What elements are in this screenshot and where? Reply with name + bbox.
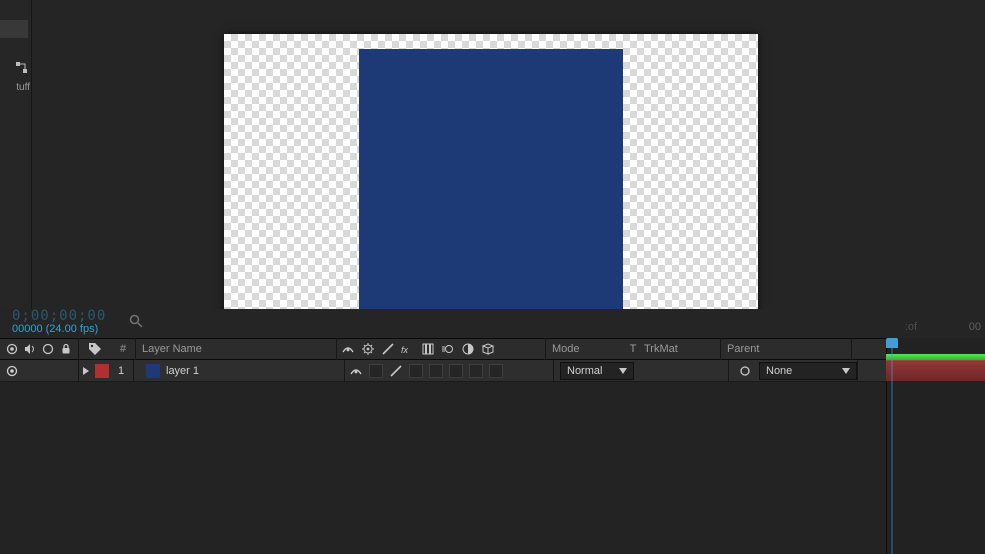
layer-name-column-header[interactable]: Layer Name	[136, 343, 336, 355]
lock-column-icon[interactable]	[60, 343, 72, 355]
twirl-icon[interactable]	[79, 366, 93, 376]
adjustment-icon[interactable]	[461, 342, 475, 356]
video-column-icon[interactable]	[6, 343, 18, 355]
audio-column-icon[interactable]	[24, 343, 36, 355]
layer-motion-blur-switch[interactable]	[449, 364, 463, 378]
panel-tab[interactable]	[0, 20, 28, 38]
shy-icon[interactable]	[341, 342, 355, 356]
layer-3d-switch[interactable]	[489, 364, 503, 378]
solo-column-icon[interactable]	[42, 343, 54, 355]
track-matte-column-header[interactable]: TrkMat	[642, 343, 720, 355]
layer-duration-bar[interactable]	[886, 360, 985, 382]
frame-and-fps[interactable]: 00000 (24.00 fps)	[12, 323, 98, 335]
current-time-indicator[interactable]	[886, 338, 898, 360]
layer-fx-switch[interactable]	[409, 364, 423, 378]
layer-adjustment-switch[interactable]	[469, 364, 483, 378]
layer-quality-switch[interactable]	[389, 364, 403, 378]
layer-type-icon	[146, 364, 160, 378]
blend-mode-dropdown[interactable]: Normal	[560, 362, 634, 380]
svg-text:fx: fx	[401, 345, 409, 355]
composition-canvas[interactable]	[224, 34, 758, 334]
composition-viewer	[32, 0, 985, 338]
solid-layer-preview[interactable]	[359, 49, 623, 322]
timeline-ruler-time: 00	[969, 321, 981, 333]
mode-column-header[interactable]: Mode	[546, 343, 624, 355]
timeline-ruler-label: :of	[905, 321, 917, 333]
project-panel: tuff	[0, 0, 32, 338]
frame-blend-icon[interactable]	[421, 342, 435, 356]
quality-icon[interactable]	[381, 342, 395, 356]
layer-index: 1	[109, 365, 133, 377]
layer-switches	[345, 364, 553, 378]
video-toggle-icon[interactable]	[6, 365, 18, 377]
parent-pickwhip-icon[interactable]	[735, 364, 755, 378]
collapse-icon[interactable]	[361, 342, 375, 356]
chevron-down-icon	[842, 365, 850, 377]
cti-head[interactable]	[886, 338, 898, 348]
switches-column-header: fx	[337, 342, 545, 356]
chevron-down-icon	[619, 365, 627, 377]
layer-label-color[interactable]	[95, 364, 109, 378]
layer-name[interactable]: layer 1	[166, 365, 344, 377]
flowchart-icon[interactable]	[16, 62, 28, 74]
timeline-header: 0;00;00;00 00000 (24.00 fps) :of 00	[0, 309, 985, 339]
current-timecode[interactable]: 0;00;00;00	[12, 308, 106, 324]
layer-row[interactable]: 1 layer 1 Normal None	[0, 360, 985, 382]
motion-blur-icon[interactable]	[441, 342, 455, 356]
parent-value: None	[766, 365, 792, 377]
timeline-column-header: # Layer Name fx Mode T TrkMat Parent	[0, 338, 985, 360]
search-icon[interactable]	[128, 313, 146, 331]
three-d-icon[interactable]	[481, 342, 495, 356]
index-column-header[interactable]: #	[111, 343, 135, 355]
layer-shy-switch[interactable]	[349, 364, 363, 378]
label-column-icon[interactable]	[88, 342, 102, 356]
layer-collapse-switch[interactable]	[369, 364, 383, 378]
blend-mode-value: Normal	[567, 365, 602, 377]
layer-frame-blend-switch[interactable]	[429, 364, 443, 378]
preserve-transparency-header[interactable]: T	[624, 343, 642, 355]
timeline-body[interactable]	[0, 382, 985, 554]
fx-icon[interactable]: fx	[401, 342, 415, 356]
cti-line	[891, 348, 893, 554]
panel-label-fragment: tuff	[0, 82, 30, 96]
parent-dropdown[interactable]: None	[759, 362, 857, 380]
parent-column-header[interactable]: Parent	[721, 343, 851, 355]
